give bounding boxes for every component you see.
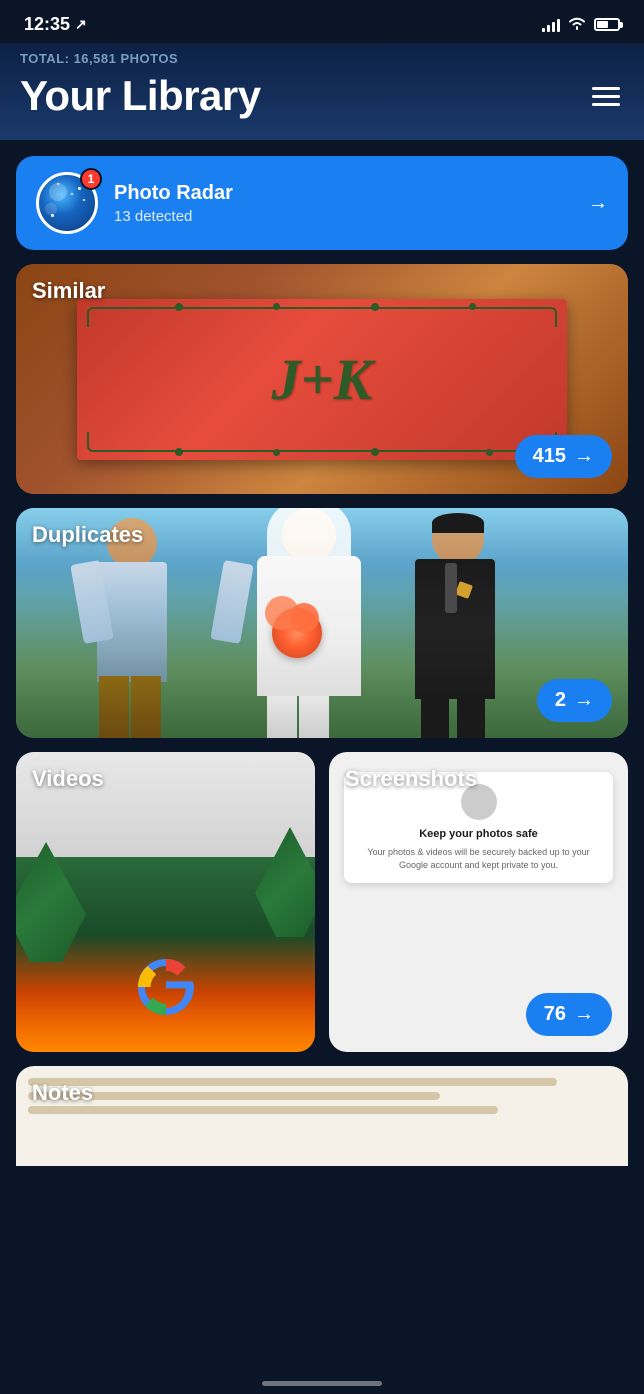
notes-image: [16, 1066, 628, 1166]
duplicates-arrow-icon: →: [574, 689, 594, 712]
wifi-icon: [568, 16, 586, 33]
main-content: 1 Photo Radar 13 detected → Similar: [0, 140, 644, 1166]
page-title: Your Library: [20, 72, 261, 120]
similar-count: 415: [533, 445, 566, 468]
videos-label: Videos: [32, 766, 104, 792]
status-icons: [542, 16, 620, 33]
notes-card[interactable]: Notes: [16, 1066, 628, 1166]
duplicates-card[interactable]: Duplicates: [16, 508, 628, 738]
total-label: TOTAL: 16,581 PHOTOS: [20, 51, 624, 66]
similar-label: Similar: [32, 278, 105, 304]
home-indicator: [262, 1381, 382, 1386]
jk-sign-decoration: J+K: [77, 299, 567, 460]
menu-button[interactable]: [588, 83, 624, 110]
status-bar: 12:35 ↗: [0, 0, 644, 43]
radar-banner[interactable]: 1 Photo Radar 13 detected →: [16, 156, 628, 250]
mock-title: Keep your photos safe: [356, 828, 601, 840]
mock-body: Your photos & videos will be securely ba…: [356, 846, 601, 871]
screenshots-label: Screenshots: [345, 766, 477, 792]
radar-icon-wrap: 1: [36, 172, 98, 234]
battery-icon: [594, 18, 620, 31]
similar-count-bubble[interactable]: 415 →: [515, 435, 612, 478]
notes-line-3: [28, 1106, 498, 1114]
radar-title: Photo Radar: [114, 182, 572, 205]
notes-label: Notes: [32, 1080, 93, 1106]
duplicates-count-bubble[interactable]: 2 →: [537, 679, 612, 722]
radar-arrow-icon: →: [588, 192, 608, 215]
google-logo: [131, 952, 201, 1022]
videos-card[interactable]: Videos: [16, 752, 315, 1052]
duplicates-count: 2: [555, 689, 566, 712]
signal-icon: [542, 18, 560, 32]
location-icon: ↗: [75, 16, 87, 33]
radar-subtitle: 13 detected: [114, 208, 572, 225]
videos-image: [16, 752, 315, 1052]
similar-card[interactable]: Similar J+K 415 →: [16, 264, 628, 494]
screenshots-count-bubble[interactable]: 76 →: [526, 993, 612, 1036]
radar-badge: 1: [80, 168, 102, 190]
similar-arrow-icon: →: [574, 445, 594, 468]
status-time: 12:35 ↗: [24, 14, 87, 35]
header: TOTAL: 16,581 PHOTOS Your Library: [0, 43, 644, 140]
notes-line-1: [28, 1078, 557, 1086]
screenshots-arrow-icon: →: [574, 1003, 594, 1026]
screenshots-card[interactable]: Screenshots Keep your photos safe Your p…: [329, 752, 628, 1052]
screenshots-count: 76: [544, 1003, 566, 1026]
duplicates-label: Duplicates: [32, 522, 143, 548]
radar-text: Photo Radar 13 detected: [114, 182, 572, 225]
two-col-grid: Videos Screenshots: [16, 752, 628, 1052]
